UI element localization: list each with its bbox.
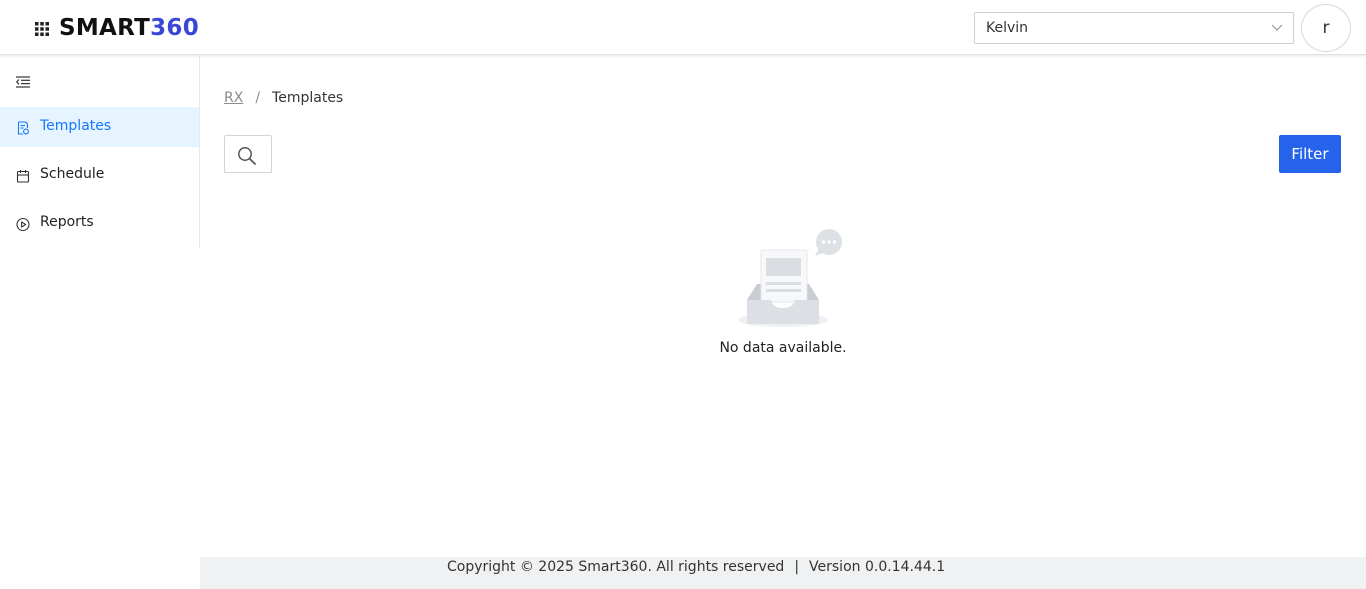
- footer-separator: |: [794, 559, 800, 575]
- empty-inbox-illustration: [738, 229, 842, 327]
- sidebar-item-label: Reports: [40, 214, 94, 230]
- footer-copyright: Copyright © 2025 Smart360. All rights re…: [447, 559, 785, 575]
- search-button[interactable]: [224, 135, 272, 173]
- calendar-icon: [16, 170, 30, 183]
- footer: Copyright © 2025 Smart360. All rights re…: [200, 557, 1366, 589]
- sidebar: Templates Schedule Reports: [0, 55, 200, 248]
- footer-version: Version 0.0.14.44.1: [809, 559, 946, 575]
- user-select-dropdown[interactable]: Kelvin: [974, 12, 1294, 44]
- breadcrumb: RX / Templates: [224, 90, 343, 110]
- breadcrumb-current: Templates: [272, 90, 344, 106]
- user-avatar[interactable]: r: [1301, 4, 1351, 52]
- logo-text-smart: SMART: [59, 15, 151, 41]
- play-circle-icon: [16, 217, 30, 231]
- sidebar-item-reports[interactable]: Reports: [0, 203, 199, 243]
- sidebar-item-schedule[interactable]: Schedule: [0, 155, 199, 195]
- search-icon: [238, 147, 256, 165]
- empty-state-message: No data available.: [719, 340, 847, 356]
- chevron-down-icon: [1271, 24, 1283, 31]
- logo-text-360: 360: [150, 15, 200, 41]
- breadcrumb-root-link[interactable]: RX: [224, 90, 243, 106]
- empty-state-message-row: No data available.: [0, 340, 1366, 356]
- apps-grid-icon[interactable]: [35, 22, 49, 36]
- app-logo[interactable]: SMART360: [59, 13, 199, 43]
- footer-text: Copyright © 2025 Smart360. All rights re…: [447, 559, 945, 575]
- breadcrumb-separator: /: [255, 90, 261, 106]
- filter-button[interactable]: Filter: [1279, 135, 1341, 173]
- menu-collapse-icon[interactable]: [16, 76, 30, 88]
- template-doc-icon: [17, 121, 29, 135]
- user-select-value: Kelvin: [986, 20, 1029, 36]
- sidebar-item-templates[interactable]: Templates: [0, 107, 199, 147]
- sidebar-item-label: Templates: [40, 118, 112, 134]
- top-header: SMART360 Kelvin r: [0, 0, 1366, 55]
- sidebar-item-label: Schedule: [40, 166, 105, 182]
